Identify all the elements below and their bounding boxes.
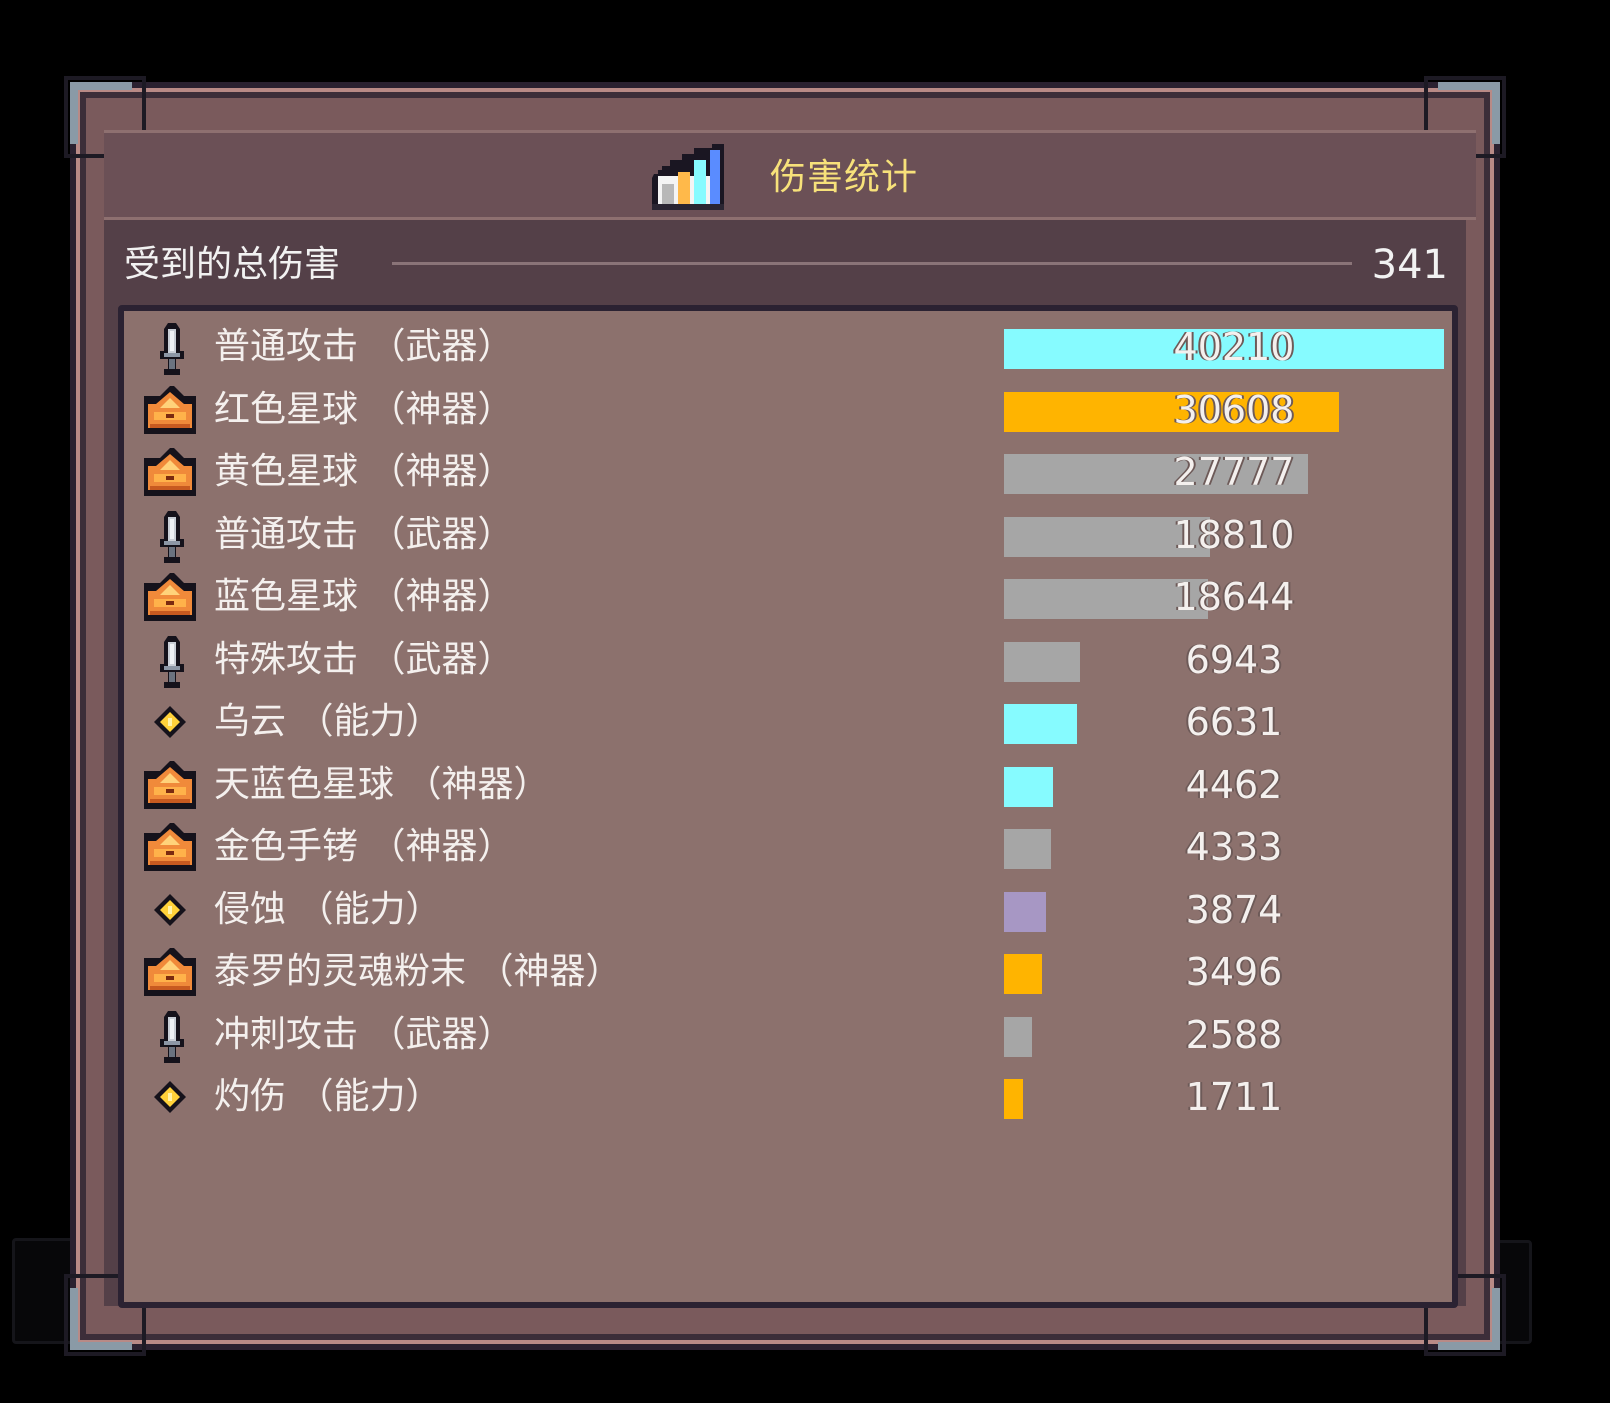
damage-value: 40210 (1173, 325, 1295, 369)
panel-title: 伤害统计 (770, 157, 919, 198)
sword-icon (160, 323, 184, 375)
damage-source-label: 黄色星球 （神器） (214, 451, 514, 492)
damage-bar (1004, 704, 1077, 744)
damage-source-label: 侵蚀 （能力） (214, 888, 442, 930)
damage-value: 4333 (1185, 825, 1283, 869)
damage-source-label: 普通攻击 （武器） (214, 513, 514, 555)
damage-bar (1004, 829, 1051, 869)
damage-row[interactable]: 泰罗的灵魂粉末 （神器） 3496 (124, 940, 1464, 1004)
damage-source-label: 乌云 （能力） (214, 701, 442, 742)
damage-value: 1711 (1185, 1075, 1283, 1119)
sword-icon (160, 635, 184, 688)
damage-row[interactable]: 红色星球 （神器） 30608 (124, 378, 1464, 442)
artifact-icon (144, 385, 196, 434)
damage-value: 18810 (1173, 512, 1295, 557)
damage-row[interactable]: 侵蚀 （能力） 3874 (124, 878, 1464, 942)
ability-icon (154, 893, 186, 926)
damage-bar (1004, 641, 1080, 682)
damage-value: 3496 (1185, 950, 1283, 994)
damage-row[interactable]: 普通攻击 （武器） 18810 (124, 503, 1464, 567)
damage-source-label: 蓝色星球 （神器） (214, 576, 514, 617)
damage-source-label: 灼伤 （能力） (214, 1076, 442, 1117)
divider (392, 262, 1352, 265)
damage-row[interactable]: 黄色星球 （神器） 27777 (124, 440, 1464, 504)
damage-source-label: 冲刺攻击 （武器） (214, 1013, 514, 1055)
damage-value: 18644 (1173, 575, 1295, 619)
damage-row[interactable]: 天蓝色星球 （神器） 4462 (124, 753, 1464, 817)
damage-row[interactable]: 蓝色星球 （神器） 18644 (124, 565, 1464, 629)
damage-row[interactable]: 灼伤 （能力） 1711 (124, 1065, 1464, 1129)
total-damage-value: 341 (1371, 242, 1448, 288)
artifact-icon (144, 448, 196, 496)
damage-bar (1004, 954, 1042, 994)
damage-row[interactable]: 金色手铐 （神器） 4333 (124, 815, 1464, 879)
bar-chart-icon (652, 144, 724, 210)
damage-source-label: 天蓝色星球 （神器） (214, 763, 550, 805)
damage-value: 27777 (1173, 450, 1295, 494)
damage-value: 6943 (1185, 637, 1283, 682)
damage-bar (1004, 766, 1053, 807)
damage-bar (1004, 891, 1046, 932)
damage-source-label: 特殊攻击 （武器） (214, 638, 514, 680)
sword-icon (160, 1010, 184, 1063)
damage-value: 2588 (1185, 1012, 1283, 1057)
damage-value: 4462 (1185, 762, 1283, 807)
sword-icon (160, 510, 184, 563)
damage-source-label: 泰罗的灵魂粉末 （神器） (214, 951, 622, 992)
damage-value: 3874 (1185, 887, 1283, 932)
damage-row[interactable]: 乌云 （能力） 6631 (124, 690, 1464, 754)
damage-bar (1004, 1079, 1023, 1119)
damage-bar (1004, 1016, 1032, 1057)
damage-row[interactable]: 特殊攻击 （武器） 6943 (124, 628, 1464, 692)
damage-list[interactable]: 普通攻击 （武器） 40210 红色星球 （神器） 30608 黄色星球 （神器） 277… (118, 305, 1458, 1308)
ability-icon (154, 706, 186, 738)
artifact-icon (144, 823, 196, 871)
damage-row[interactable]: 普通攻击 （武器） 40210 (124, 315, 1464, 379)
artifact-icon (144, 948, 196, 996)
damage-source-label: 金色手铐 （神器） (214, 826, 514, 867)
total-damage-label: 受到的总伤害 (124, 244, 341, 285)
damage-row[interactable]: 冲刺攻击 （武器） 2588 (124, 1003, 1464, 1067)
damage-source-label: 普通攻击 （武器） (214, 326, 514, 367)
artifact-icon (144, 573, 196, 621)
damage-value: 6631 (1185, 700, 1283, 744)
ability-icon (154, 1081, 186, 1113)
damage-value: 30608 (1173, 387, 1295, 432)
damage-source-label: 红色星球 （神器） (214, 388, 514, 430)
artifact-icon (144, 760, 196, 809)
